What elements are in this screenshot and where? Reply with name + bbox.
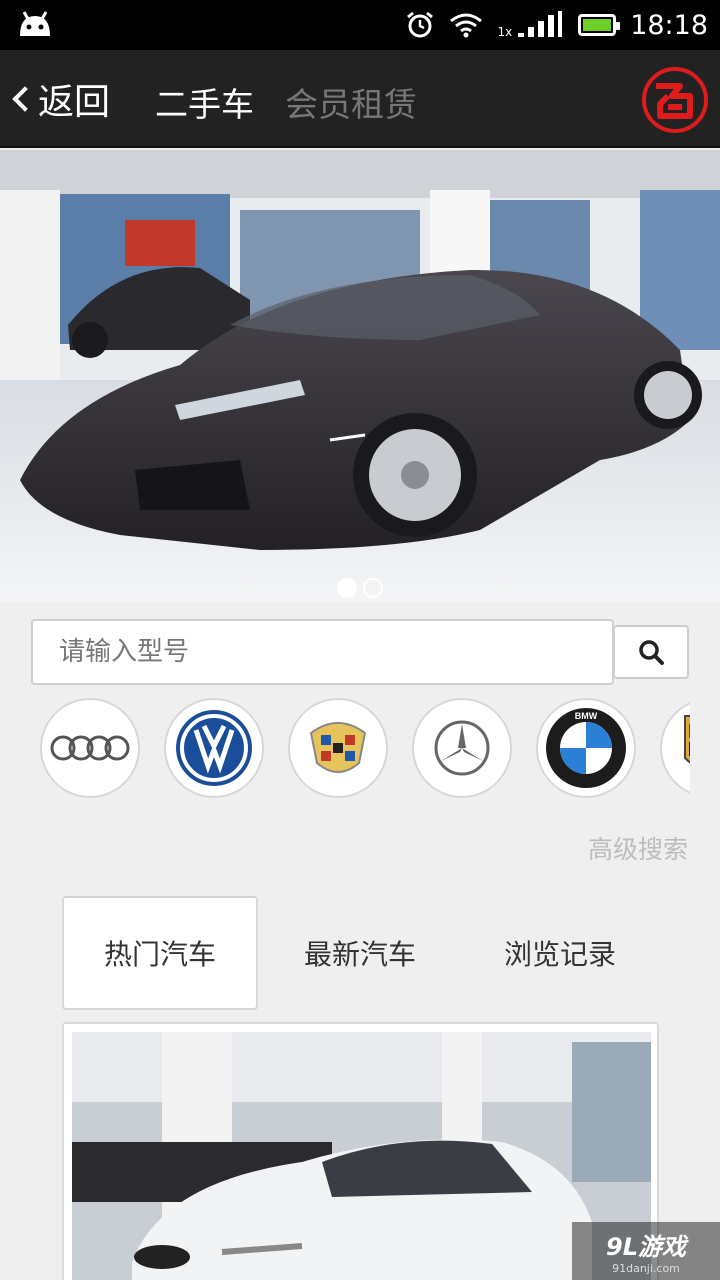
- alarm-icon: [407, 11, 434, 38]
- cadillac-logo-icon: [309, 722, 367, 773]
- category-tabs: 热门汽车 最新汽车 浏览记录: [62, 896, 660, 1010]
- bmw-logo-text: BMW: [575, 711, 598, 721]
- search-button[interactable]: [613, 625, 689, 679]
- status-bar: 1x 18:18: [0, 0, 720, 50]
- mercedes-logo-icon: [434, 720, 490, 776]
- tab-browse-history[interactable]: 浏览记录: [462, 896, 658, 1010]
- wifi-icon: [450, 13, 483, 38]
- tab-newest-cars[interactable]: 最新汽车: [262, 896, 458, 1010]
- car-image: [72, 1032, 651, 1280]
- brand-bmw[interactable]: BMW: [536, 698, 636, 798]
- carousel-dot[interactable]: [363, 578, 383, 598]
- porsche-logo-icon: [684, 715, 690, 764]
- volkswagen-logo-icon: [176, 710, 252, 786]
- audi-logo-icon: [50, 735, 130, 761]
- tab-member-rental[interactable]: 会员租赁: [285, 78, 417, 126]
- brand-list: BMW: [40, 696, 690, 800]
- back-button[interactable]: 返回: [8, 72, 110, 126]
- brand-porsche[interactable]: [660, 698, 690, 798]
- car-card[interactable]: [62, 1022, 659, 1280]
- brand-audi[interactable]: [40, 698, 140, 798]
- carousel-dot[interactable]: [337, 578, 357, 598]
- ming-logo-icon[interactable]: [642, 67, 708, 133]
- search-field[interactable]: [31, 619, 614, 685]
- brand-mercedes-benz[interactable]: [412, 698, 512, 798]
- watermark-sub-text: 91danji.com: [612, 1262, 680, 1275]
- battery-icon: [578, 14, 621, 36]
- search-icon: [639, 640, 664, 665]
- tab-used-cars[interactable]: 二手车: [155, 78, 254, 126]
- network-type-label: 1x: [497, 25, 513, 39]
- back-label: 返回: [38, 82, 111, 123]
- status-time: 18:18: [630, 9, 708, 41]
- carousel-indicator: [0, 578, 720, 598]
- bmw-logo-icon: BMW: [546, 708, 626, 788]
- advanced-search-link[interactable]: 高级搜索: [588, 830, 688, 866]
- brand-cadillac[interactable]: [288, 698, 388, 798]
- watermark-badge: 9L游戏 91danji.com: [572, 1222, 720, 1280]
- brand-volkswagen[interactable]: [164, 698, 264, 798]
- signal-icon: 1x: [497, 11, 564, 39]
- banner-car-image: [0, 150, 720, 602]
- app-header: 返回 二手车 会员租赁: [0, 50, 720, 148]
- watermark-main-text: 9L游戏: [606, 1233, 686, 1261]
- android-icon: [20, 11, 50, 36]
- banner-carousel[interactable]: [0, 150, 720, 602]
- search-input[interactable]: [33, 621, 612, 683]
- chevron-left-icon: [12, 86, 38, 112]
- tab-hot-cars[interactable]: 热门汽车: [62, 896, 258, 1010]
